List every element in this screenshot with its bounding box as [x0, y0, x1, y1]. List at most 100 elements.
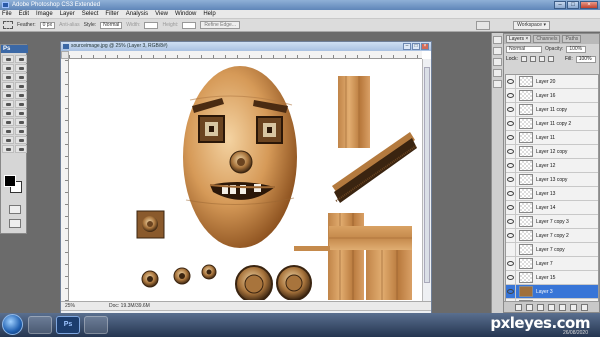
- menu-view[interactable]: View: [155, 11, 168, 17]
- menu-image[interactable]: Image: [36, 11, 53, 17]
- layer-row[interactable]: Layer 14: [506, 201, 598, 215]
- menu-help[interactable]: Help: [203, 11, 215, 17]
- path-selection-tool-icon[interactable]: [2, 127, 14, 135]
- fill-input[interactable]: 100%: [575, 55, 596, 63]
- bridge-icon[interactable]: [476, 21, 490, 30]
- tab-layers[interactable]: Layers ×: [506, 35, 532, 43]
- history-panel-icon[interactable]: [493, 47, 502, 55]
- visibility-eye-icon[interactable]: [506, 145, 516, 158]
- layer-row[interactable]: Layer 11: [506, 131, 598, 145]
- blend-mode-select[interactable]: Normal: [506, 45, 542, 53]
- lock-transparency-icon[interactable]: [520, 56, 527, 62]
- tab-paths[interactable]: Paths: [562, 35, 582, 43]
- visibility-eye-icon[interactable]: [506, 131, 516, 144]
- healing-brush-tool-icon[interactable]: [2, 82, 14, 90]
- layer-row[interactable]: Layer 7 copy: [506, 243, 598, 257]
- slice-tool-icon[interactable]: [15, 73, 27, 81]
- explorer-taskbar-icon[interactable]: [28, 316, 52, 334]
- layer-style-icon[interactable]: [526, 303, 533, 311]
- layer-row[interactable]: Layer 3: [506, 285, 598, 299]
- eraser-tool-icon[interactable]: [2, 100, 14, 108]
- style-select[interactable]: Normal: [100, 21, 123, 29]
- foreground-color-swatch[interactable]: [4, 175, 16, 187]
- notes-tool-icon[interactable]: [2, 136, 14, 144]
- visibility-eye-icon[interactable]: [506, 215, 516, 228]
- width-input[interactable]: [144, 21, 159, 29]
- screen-mode-icon[interactable]: [9, 219, 21, 228]
- eyedropper-tool-icon[interactable]: [15, 136, 27, 144]
- doc-close-button[interactable]: ×: [421, 43, 429, 50]
- document-size-info[interactable]: Doc: 19.3M/39.6M: [109, 302, 150, 310]
- layer-row[interactable]: Layer 13: [506, 187, 598, 201]
- visibility-eye-icon[interactable]: [506, 257, 516, 270]
- height-input[interactable]: [182, 21, 197, 29]
- adjustment-layer-icon[interactable]: [548, 303, 555, 311]
- layer-row[interactable]: Layer 13 copy: [506, 173, 598, 187]
- doc-minimize-button[interactable]: –: [403, 43, 411, 50]
- shape-tool-icon[interactable]: [15, 127, 27, 135]
- brush-tool-icon[interactable]: [15, 82, 27, 90]
- link-layers-icon[interactable]: [515, 303, 522, 311]
- opacity-input[interactable]: 100%: [566, 45, 587, 53]
- gradient-tool-icon[interactable]: [15, 100, 27, 108]
- visibility-eye-icon[interactable]: [506, 271, 516, 284]
- crop-tool-icon[interactable]: [2, 73, 14, 81]
- layer-mask-icon[interactable]: [537, 303, 544, 311]
- canvas[interactable]: [70, 60, 421, 300]
- layer-row[interactable]: Layer 7 copy 2: [506, 229, 598, 243]
- visibility-eye-icon[interactable]: [506, 117, 516, 130]
- layer-row[interactable]: Layer 11 copy: [506, 103, 598, 117]
- lock-image-icon[interactable]: [529, 56, 536, 62]
- visibility-eye-icon[interactable]: [506, 187, 516, 200]
- magic-wand-tool-icon[interactable]: [15, 64, 27, 72]
- history-brush-tool-icon[interactable]: [15, 91, 27, 99]
- maximize-button[interactable]: □: [567, 1, 579, 9]
- navigator-panel-icon[interactable]: [493, 36, 502, 44]
- visibility-eye-icon[interactable]: [506, 201, 516, 214]
- vertical-ruler[interactable]: [61, 59, 69, 301]
- menu-window[interactable]: Window: [175, 11, 196, 17]
- layer-row[interactable]: Layer 7: [506, 257, 598, 271]
- visibility-eye-icon[interactable]: [506, 75, 516, 88]
- new-group-icon[interactable]: [559, 303, 566, 311]
- menu-analysis[interactable]: Analysis: [126, 11, 148, 17]
- actions-panel-icon[interactable]: [493, 58, 502, 66]
- refine-edge-button[interactable]: Refine Edge...: [200, 21, 240, 29]
- vertical-scroll-thumb[interactable]: [424, 67, 430, 283]
- new-layer-icon[interactable]: [570, 303, 577, 311]
- document-title-bar[interactable]: sourceimage.jpg @ 25% (Layer 3, RGB/8#) …: [61, 42, 431, 51]
- move-tool-icon[interactable]: [2, 55, 14, 63]
- tools-panel-tab[interactable]: Ps: [1, 45, 28, 53]
- menu-file[interactable]: File: [2, 11, 12, 17]
- layer-row[interactable]: Layer 16: [506, 89, 598, 103]
- workspace-menu[interactable]: Workspace ▾: [513, 21, 550, 30]
- visibility-eye-icon[interactable]: [506, 159, 516, 172]
- lock-all-icon[interactable]: [547, 56, 554, 62]
- zoom-tool-icon[interactable]: [15, 145, 27, 153]
- layer-row[interactable]: Layer 20: [506, 75, 598, 89]
- layer-row[interactable]: Layer 12: [506, 159, 598, 173]
- clone-stamp-tool-icon[interactable]: [2, 91, 14, 99]
- lasso-tool-icon[interactable]: [2, 64, 14, 72]
- layer-row[interactable]: Layer 12 copy: [506, 145, 598, 159]
- menu-filter[interactable]: Filter: [105, 11, 118, 17]
- visibility-eye-icon[interactable]: [506, 173, 516, 186]
- zoom-level[interactable]: 25%: [65, 303, 75, 309]
- tab-channels[interactable]: Channels: [533, 35, 561, 43]
- layer-row[interactable]: Layer 7 copy 3: [506, 215, 598, 229]
- swatches-panel-icon[interactable]: [493, 69, 502, 77]
- horizontal-ruler[interactable]: [69, 51, 422, 59]
- antialias-checkbox[interactable]: Anti-alias: [59, 22, 80, 28]
- delete-layer-icon[interactable]: [581, 303, 588, 311]
- lock-position-icon[interactable]: [538, 56, 545, 62]
- hand-tool-icon[interactable]: [2, 145, 14, 153]
- doc-maximize-button[interactable]: □: [412, 43, 420, 50]
- pen-tool-icon[interactable]: [2, 118, 14, 126]
- photoshop-taskbar-button[interactable]: Ps: [56, 316, 80, 334]
- visibility-eye-icon[interactable]: [506, 103, 516, 116]
- quick-mask-icon[interactable]: [9, 205, 21, 214]
- menu-layer[interactable]: Layer: [60, 11, 75, 17]
- dodge-tool-icon[interactable]: [15, 109, 27, 117]
- close-button[interactable]: ×: [580, 1, 598, 9]
- type-tool-icon[interactable]: [15, 118, 27, 126]
